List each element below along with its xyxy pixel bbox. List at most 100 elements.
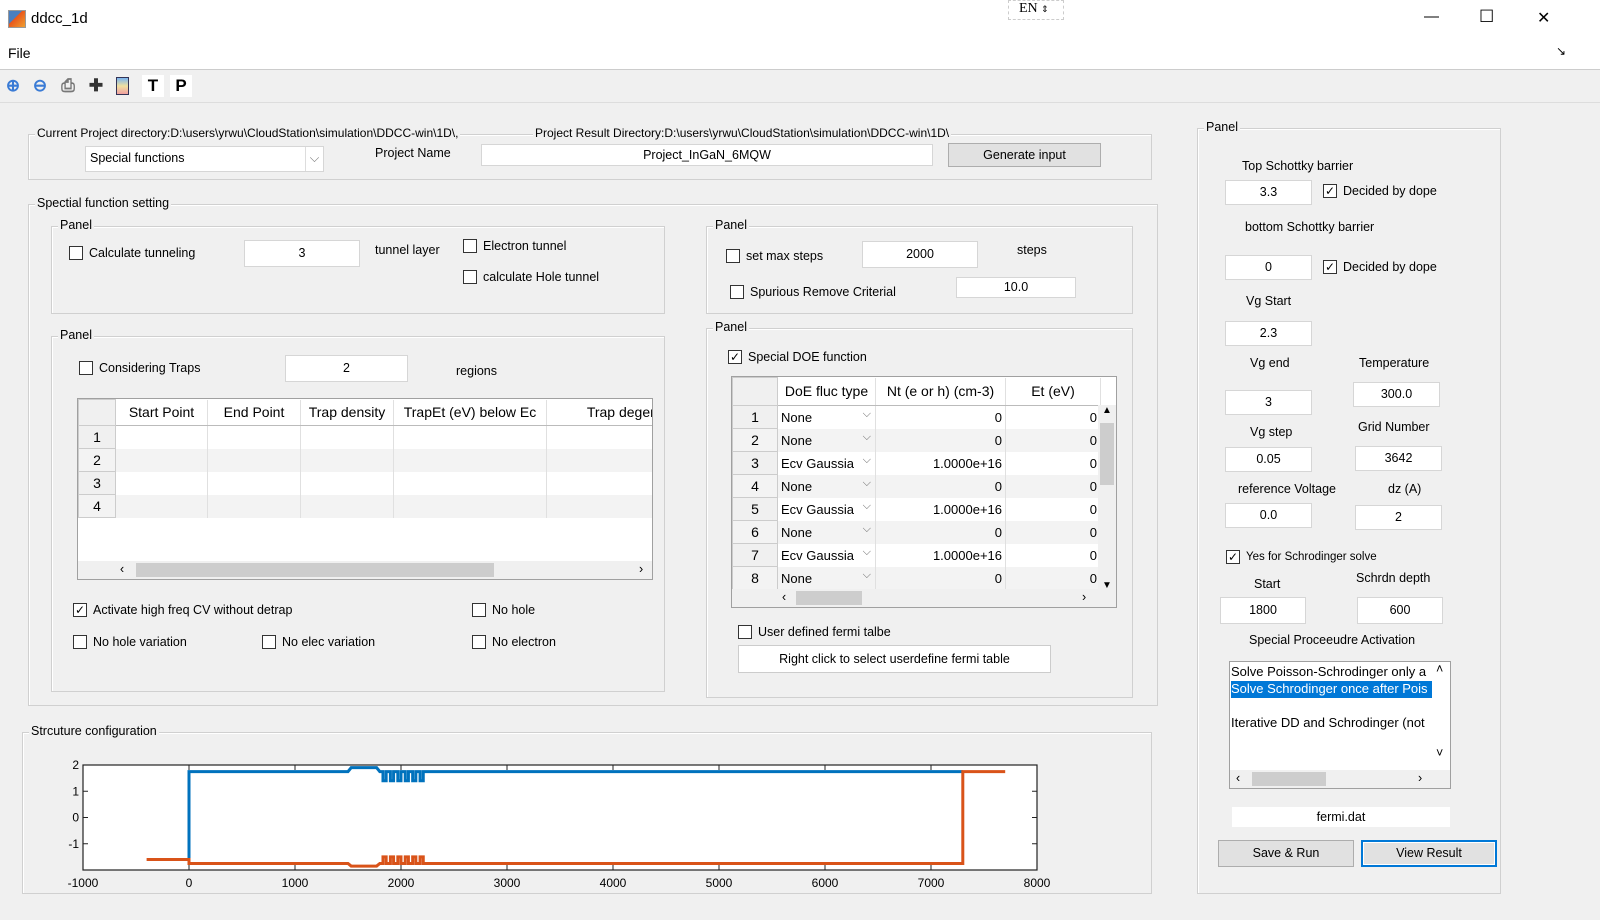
dz-input[interactable]: 2 bbox=[1355, 505, 1442, 530]
chevron-down-icon[interactable]: ⌵ bbox=[862, 568, 871, 582]
doe-type-cell[interactable]: Ecv Gaussia ⌵ bbox=[777, 451, 876, 475]
activation-listbox[interactable]: Solve Poisson-Schrodinger only a Solve Sc… bbox=[1229, 661, 1451, 789]
et-cell[interactable]: 0 bbox=[1005, 451, 1101, 475]
start-input[interactable]: 1800 bbox=[1220, 597, 1306, 624]
table-cell[interactable] bbox=[300, 494, 394, 518]
hole-tunnel-checkbox[interactable]: calculate Hole tunnel bbox=[463, 270, 599, 284]
colorbar-icon[interactable] bbox=[116, 77, 129, 95]
save-run-button[interactable]: Save & Run bbox=[1218, 840, 1354, 867]
menu-file[interactable]: File bbox=[8, 45, 31, 61]
column-header[interactable]: TrapEt (eV) below Ec bbox=[393, 399, 547, 426]
zoom-in-icon[interactable]: ⊕ bbox=[2, 75, 24, 97]
et-cell[interactable]: 0 bbox=[1005, 474, 1101, 498]
temperature-input[interactable]: 300.0 bbox=[1353, 382, 1440, 407]
table-cell[interactable] bbox=[207, 425, 301, 449]
nt-cell[interactable]: 1.0000e+16 bbox=[875, 543, 1006, 567]
nt-cell[interactable]: 0 bbox=[875, 566, 1006, 590]
scroll-thumb[interactable] bbox=[136, 563, 494, 577]
table-cell[interactable] bbox=[546, 425, 652, 449]
tunnel-layer-input[interactable]: 3 bbox=[244, 240, 360, 267]
scroll-right-icon[interactable]: › bbox=[1418, 771, 1422, 785]
table-cell[interactable] bbox=[546, 494, 652, 518]
list-item[interactable]: Solve Schrodinger once after Pois bbox=[1231, 681, 1433, 698]
chevron-down-icon[interactable]: ⌵ bbox=[862, 522, 871, 536]
text-icon[interactable]: T bbox=[142, 75, 164, 97]
activate-cv-checkbox[interactable]: ✓ Activate high freq CV without detrap bbox=[73, 603, 292, 617]
no-electron-checkbox[interactable]: No electron bbox=[472, 635, 556, 649]
vg-end-input[interactable]: 3 bbox=[1225, 390, 1312, 415]
spurious-input[interactable]: 10.0 bbox=[956, 277, 1076, 298]
checkbox-box[interactable]: ✓ bbox=[1226, 550, 1240, 564]
column-header[interactable]: Et (eV) bbox=[1005, 377, 1101, 406]
checkbox-box[interactable]: ✓ bbox=[728, 350, 742, 364]
spurious-checkbox[interactable]: Spurious Remove Criterial bbox=[730, 285, 896, 299]
checkbox-box[interactable] bbox=[472, 603, 486, 617]
print-icon[interactable]: ⎙ bbox=[57, 75, 79, 97]
nt-cell[interactable]: 0 bbox=[875, 474, 1006, 498]
listbox-vscrollbar[interactable]: ˄ ˅ bbox=[1432, 662, 1450, 770]
view-result-button[interactable]: View Result bbox=[1361, 840, 1497, 867]
schrdn-depth-input[interactable]: 600 bbox=[1357, 597, 1443, 624]
et-cell[interactable]: 0 bbox=[1005, 543, 1101, 567]
checkbox-box[interactable] bbox=[730, 285, 744, 299]
doe-type-cell[interactable]: Ecv Gaussia ⌵ bbox=[777, 497, 876, 521]
table-cell[interactable] bbox=[115, 494, 208, 518]
checkbox-box[interactable] bbox=[262, 635, 276, 649]
scroll-right-icon[interactable]: › bbox=[639, 562, 643, 576]
listbox-hscrollbar[interactable]: ‹ › bbox=[1230, 770, 1450, 788]
nt-cell[interactable]: 0 bbox=[875, 428, 1006, 452]
chevron-down-icon[interactable]: ⌵ bbox=[863, 454, 871, 467]
special-doe-checkbox[interactable]: ✓ Special DOE function bbox=[728, 350, 867, 364]
chevron-down-icon[interactable]: ⌵ bbox=[863, 546, 871, 559]
checkbox-box[interactable] bbox=[463, 239, 477, 253]
table-cell[interactable] bbox=[300, 471, 394, 495]
table-cell[interactable] bbox=[207, 494, 301, 518]
doe-table-hscrollbar[interactable]: ‹ › bbox=[732, 589, 1116, 607]
checkbox-box[interactable] bbox=[463, 270, 477, 284]
input-indicator[interactable]: EN ⇕ bbox=[1008, 0, 1064, 20]
top-schottky-input[interactable]: 3.3 bbox=[1225, 180, 1312, 205]
column-header[interactable]: End Point bbox=[207, 399, 301, 426]
fermi-table-button[interactable]: Right click to select userdefine fermi t… bbox=[738, 645, 1051, 673]
table-cell[interactable] bbox=[115, 425, 208, 449]
checkbox-box[interactable] bbox=[79, 361, 93, 375]
scroll-left-icon[interactable]: ‹ bbox=[120, 562, 124, 576]
zoom-out-icon[interactable]: ⊖ bbox=[29, 75, 51, 97]
chevron-down-icon[interactable]: ⌵ bbox=[863, 500, 871, 513]
et-cell[interactable]: 0 bbox=[1005, 566, 1101, 590]
column-header[interactable]: Start Point bbox=[115, 399, 208, 426]
doe-table-vscrollbar[interactable]: ▲ ▼ bbox=[1098, 405, 1116, 591]
scroll-left-icon[interactable]: ‹ bbox=[1236, 771, 1240, 785]
scroll-up-icon[interactable]: ▲ bbox=[1102, 405, 1112, 416]
scroll-left-icon[interactable]: ‹ bbox=[782, 590, 786, 604]
checkbox-box[interactable] bbox=[472, 635, 486, 649]
table-cell[interactable] bbox=[393, 425, 547, 449]
table-cell[interactable] bbox=[207, 448, 301, 472]
column-header[interactable]: DoE fluc type bbox=[777, 377, 876, 406]
nt-cell[interactable]: 1.0000e+16 bbox=[875, 451, 1006, 475]
fermi-file-field[interactable]: fermi.dat bbox=[1231, 806, 1451, 828]
considering-traps-checkbox[interactable]: Considering Traps bbox=[79, 361, 200, 375]
vg-step-input[interactable]: 0.05 bbox=[1225, 447, 1312, 472]
doe-type-cell[interactable]: None ⌵ bbox=[777, 520, 876, 544]
nt-cell[interactable]: 0 bbox=[875, 405, 1006, 429]
data-cursor-icon[interactable]: ✚ bbox=[85, 75, 107, 97]
no-hole-variation-checkbox[interactable]: No hole variation bbox=[73, 635, 187, 649]
table-cell[interactable] bbox=[393, 471, 547, 495]
scroll-thumb[interactable] bbox=[1100, 423, 1114, 485]
bottom-schottky-input[interactable]: 0 bbox=[1225, 255, 1312, 280]
scroll-thumb[interactable] bbox=[1252, 772, 1326, 786]
doe-type-cell[interactable]: Ecv Gaussia ⌵ bbox=[777, 543, 876, 567]
et-cell[interactable]: 0 bbox=[1005, 497, 1101, 521]
table-cell[interactable] bbox=[546, 448, 652, 472]
grid-number-input[interactable]: 3642 bbox=[1355, 446, 1442, 471]
checkbox-box[interactable] bbox=[738, 625, 752, 639]
expand-arrow-icon[interactable]: ↘ bbox=[1556, 44, 1566, 58]
scroll-down-icon[interactable]: ˅ bbox=[1436, 746, 1443, 760]
et-cell[interactable]: 0 bbox=[1005, 428, 1101, 452]
table-cell[interactable] bbox=[393, 494, 547, 518]
checkbox-box[interactable] bbox=[73, 635, 87, 649]
nt-cell[interactable]: 1.0000e+16 bbox=[875, 497, 1006, 521]
checkbox-box[interactable] bbox=[69, 246, 83, 260]
scroll-up-icon[interactable]: ˄ bbox=[1436, 662, 1443, 676]
